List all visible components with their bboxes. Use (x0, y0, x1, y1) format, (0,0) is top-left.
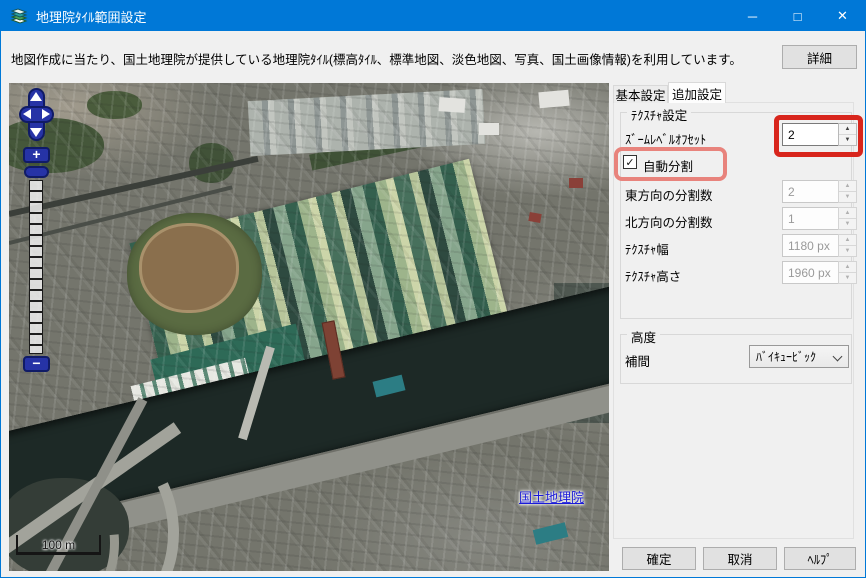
caption-buttons: ─ □ ✕ (730, 1, 865, 31)
tab-basic-settings[interactable]: 基本設定 (613, 85, 668, 103)
zoom-in-button[interactable]: + (23, 147, 50, 163)
scale-label: 100 m (41, 538, 76, 552)
arrow-down-icon: ▼ (844, 248, 851, 254)
spin-down-button: ▼ (839, 192, 856, 202)
north-divisions-input: 1 (782, 207, 838, 230)
texture-group-title: ﾃｸｽﾁｬ設定 (627, 105, 692, 124)
attribution-link[interactable]: 国土地理院 (519, 487, 584, 506)
plus-icon: + (32, 146, 41, 162)
zoom-offset-spinner: 2 ▲ ▼ (782, 123, 857, 146)
help-button[interactable]: ﾍﾙﾌﾟ (784, 547, 856, 570)
arrow-up-icon: ▲ (844, 126, 851, 132)
checkmark-icon: ✓ (625, 156, 635, 169)
spin-down-button: ▼ (839, 246, 856, 256)
interpolation-value: ﾊﾞｲｷｭｰﾋﾞｯｸ (756, 350, 817, 364)
zoom-offset-label: ｽﾞｰﾑﾚﾍﾞﾙｵﾌｾｯﾄ (625, 133, 707, 147)
map-building (479, 123, 499, 135)
arrow-down-icon: ▼ (844, 221, 851, 227)
minimize-button[interactable]: ─ (730, 1, 775, 31)
map-building (538, 89, 570, 109)
map-building (438, 97, 466, 113)
details-button[interactable]: 詳細 (782, 45, 857, 69)
spin-down-button: ▼ (839, 219, 856, 229)
arrow-up-icon: ▲ (844, 264, 851, 270)
spin-up-button: ▲ (839, 262, 856, 273)
map-viewport[interactable]: + − 100 m 国土地理院 (9, 83, 609, 571)
usage-description: 地図作成に当たり、国土地理院が提供している地理院ﾀｲﾙ(標高ﾀｲﾙ、標準地図、淡… (11, 53, 742, 67)
texture-height-spinner: 1960 px ▲ ▼ (782, 261, 857, 284)
close-button[interactable]: ✕ (820, 1, 865, 31)
arrow-up-icon: ▲ (844, 183, 851, 189)
arrow-up-icon: ▲ (844, 237, 851, 243)
chevron-down-icon (832, 351, 843, 362)
minus-icon: − (32, 355, 41, 371)
zoom-offset-input[interactable]: 2 (782, 123, 838, 146)
interpolation-label: 補間 (625, 355, 651, 369)
map-scale-bar: 100 m (16, 535, 101, 555)
confirm-button[interactable]: 確定 (622, 547, 696, 570)
map-red-roof (528, 212, 542, 223)
interpolation-dropdown[interactable]: ﾊﾞｲｷｭｰﾋﾞｯｸ (749, 345, 849, 368)
zoom-slider-track[interactable] (29, 180, 43, 354)
spin-down-button[interactable]: ▼ (839, 135, 856, 145)
arrow-down-icon: ▼ (844, 194, 851, 200)
map-red-roof (569, 178, 583, 188)
auto-split-label[interactable]: 自動分割 (643, 156, 693, 175)
maximize-button[interactable]: □ (775, 1, 820, 31)
east-divisions-label: 東方向の分割数 (625, 189, 713, 203)
pan-up-icon[interactable] (30, 92, 42, 101)
pan-left-icon[interactable] (23, 109, 31, 119)
arrow-up-icon: ▲ (844, 210, 851, 216)
app-icon (10, 8, 28, 24)
east-divisions-input: 2 (782, 180, 838, 203)
window-title: 地理院ﾀｲﾙ範囲設定 (36, 9, 147, 25)
minimize-icon: ─ (747, 8, 758, 24)
tab-additional-settings[interactable]: 追加設定 (668, 82, 726, 103)
texture-height-input: 1960 px (782, 261, 838, 284)
texture-width-label: ﾃｸｽﾁｬ幅 (625, 243, 669, 257)
maximize-icon: □ (793, 8, 802, 24)
spin-up-button: ▲ (839, 235, 856, 246)
spin-up-button: ▲ (839, 208, 856, 219)
arrow-down-icon: ▼ (844, 275, 851, 281)
dialog-window: 地理院ﾀｲﾙ範囲設定 ─ □ ✕ 地図作成に当たり、国土地理院が提供している地理… (0, 0, 866, 578)
cancel-button[interactable]: 取消 (703, 547, 777, 570)
north-divisions-label: 北方向の分割数 (625, 216, 713, 230)
east-divisions-spinner: 2 ▲ ▼ (782, 180, 857, 203)
zoom-slider-handle[interactable] (24, 166, 49, 178)
north-divisions-spinner: 1 ▲ ▼ (782, 207, 857, 230)
map-baseball-field (139, 223, 239, 313)
pan-down-icon[interactable] (30, 128, 42, 137)
spin-up-button[interactable]: ▲ (839, 124, 856, 135)
arrow-down-icon: ▼ (844, 137, 851, 143)
spin-down-button: ▼ (839, 273, 856, 283)
auto-split-checkbox[interactable]: ✓ (623, 155, 637, 169)
texture-width-spinner: 1180 px ▲ ▼ (782, 234, 857, 257)
altitude-group-title: 高度 (627, 327, 661, 346)
texture-width-input: 1180 px (782, 234, 838, 257)
zoom-out-button[interactable]: − (23, 356, 50, 372)
titlebar[interactable]: 地理院ﾀｲﾙ範囲設定 ─ □ ✕ (1, 1, 865, 31)
spin-up-button: ▲ (839, 181, 856, 192)
close-icon: ✕ (837, 8, 848, 23)
texture-height-label: ﾃｸｽﾁｬ高さ (625, 270, 682, 284)
pan-right-icon[interactable] (42, 109, 50, 119)
